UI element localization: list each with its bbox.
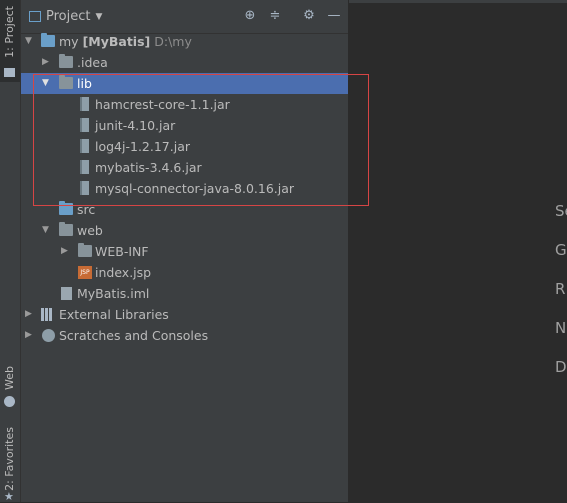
tree-item-web[interactable]: ▼ web — [21, 220, 348, 241]
tree-item-label: Scratches and Consoles — [59, 328, 209, 343]
folder-icon — [59, 54, 73, 68]
tool-window-strip: 1: Project Web 2: Favorites ★ — [0, 0, 21, 503]
tree-item-jar[interactable]: mysql-connector-java-8.0.16.jar — [21, 178, 348, 199]
folder-icon — [4, 68, 15, 77]
minimize-icon[interactable]: — — [327, 9, 341, 23]
expanded-arrow-icon[interactable]: ▼ — [25, 31, 35, 52]
tree-item-external-libraries[interactable]: ▶ External Libraries — [21, 304, 348, 325]
editor-top-border — [349, 0, 567, 3]
tree-item-jar[interactable]: mybatis-3.4.6.jar — [21, 157, 348, 178]
tree-item-label: index.jsp — [95, 265, 152, 280]
favorites-tool-tab[interactable]: 2: Favorites ★ — [0, 427, 20, 503]
chevron-down-icon: ▼ — [95, 11, 103, 22]
tree-item-label: lib — [77, 76, 92, 91]
jar-icon — [80, 118, 89, 132]
tree-item-jar[interactable]: junit-4.10.jar — [21, 115, 348, 136]
tree-item-src[interactable]: src — [21, 199, 348, 220]
tree-item-index[interactable]: JSP index.jsp — [21, 262, 348, 283]
tree-item-label: External Libraries — [59, 307, 169, 322]
tree-item-jar[interactable]: hamcrest-core-1.1.jar — [21, 94, 348, 115]
jar-icon — [80, 97, 89, 111]
tree-item-label: mysql-connector-java-8.0.16.jar — [95, 181, 295, 196]
collapsed-arrow-icon[interactable]: ▶ — [42, 52, 52, 73]
editor-text-fragment: G — [555, 241, 567, 259]
libraries-icon — [41, 308, 55, 321]
panel-title: Project — [46, 9, 91, 24]
target-icon[interactable]: ⊕ — [243, 9, 257, 23]
tree-item-label: src — [77, 202, 96, 217]
project-tool-tab[interactable]: 1: Project — [0, 0, 20, 82]
web-tool-tab-label: Web — [3, 366, 16, 390]
module-file-icon — [61, 287, 72, 300]
project-panel: Project ▼ ⊕ ≑ ⚙ — ▼ my [MyBatis] D:\my ▶… — [21, 0, 349, 502]
tree-item-label: junit-4.10.jar — [95, 118, 176, 133]
collapsed-arrow-icon[interactable]: ▶ — [25, 304, 35, 325]
root-name: my — [59, 34, 79, 49]
tree-item-scratches[interactable]: ▶ Scratches and Consoles — [21, 325, 348, 346]
tree-item-label: MyBatis.iml — [77, 286, 150, 301]
collapsed-arrow-icon[interactable]: ▶ — [61, 241, 71, 262]
collapsed-arrow-icon[interactable]: ▶ — [25, 325, 35, 346]
favorites-tool-tab-label: 2: Favorites — [3, 427, 16, 491]
tree-item-label: hamcrest-core-1.1.jar — [95, 97, 230, 112]
tree-item-label: mybatis-3.4.6.jar — [95, 160, 202, 175]
folder-icon — [78, 243, 92, 257]
expanded-arrow-icon[interactable]: ▼ — [42, 220, 52, 241]
tree-item-webinf[interactable]: ▶ WEB-INF — [21, 241, 348, 262]
tree-item-lib[interactable]: ▼ lib — [21, 73, 348, 94]
gear-icon[interactable]: ⚙ — [302, 9, 316, 23]
folder-icon — [59, 222, 73, 236]
jar-icon — [80, 181, 89, 195]
module-folder-icon — [41, 33, 55, 47]
editor-text-fragment: N — [555, 319, 567, 337]
tree-item-label: .idea — [77, 55, 108, 70]
editor-text-fragment: D — [555, 358, 567, 376]
jar-icon — [80, 139, 89, 153]
folder-icon — [59, 75, 73, 89]
tree-item-jar[interactable]: log4j-1.2.17.jar — [21, 136, 348, 157]
collapse-icon[interactable]: ≑ — [268, 9, 282, 23]
globe-icon — [4, 396, 15, 407]
jsp-file-icon: JSP — [78, 266, 92, 279]
editor-text-fragment: R — [555, 280, 566, 298]
web-tool-tab[interactable]: Web — [0, 366, 20, 411]
tree-item-iml[interactable]: MyBatis.iml — [21, 283, 348, 304]
scratches-icon — [42, 329, 55, 342]
panel-header: Project ▼ ⊕ ≑ ⚙ — — [21, 0, 348, 34]
star-icon: ★ — [4, 490, 14, 503]
tree-item-label: log4j-1.2.17.jar — [95, 139, 190, 154]
jar-icon — [80, 160, 89, 174]
tree-item-label: web — [77, 223, 103, 238]
tree-item-idea[interactable]: ▶ .idea — [21, 52, 348, 73]
root-module: [MyBatis] — [82, 34, 151, 49]
tree-item-label: WEB-INF — [95, 244, 149, 259]
project-view-icon — [29, 11, 41, 22]
source-folder-icon — [59, 201, 73, 215]
tree-item-root[interactable]: ▼ my [MyBatis] D:\my — [21, 31, 348, 52]
project-tool-tab-label: 1: Project — [3, 6, 16, 58]
view-selector[interactable]: Project ▼ — [29, 9, 102, 24]
root-path: D:\my — [154, 34, 192, 49]
editor-text-fragment: Se — [555, 202, 567, 220]
expanded-arrow-icon[interactable]: ▼ — [42, 73, 52, 94]
